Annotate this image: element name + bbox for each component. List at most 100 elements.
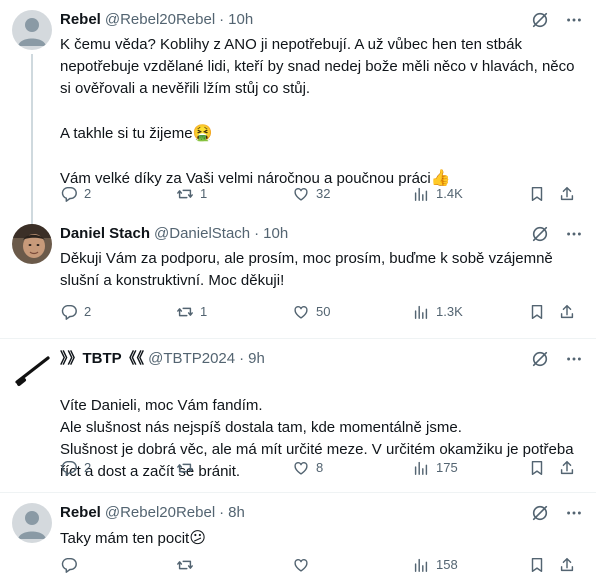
share-button[interactable] (558, 184, 576, 204)
reply-button[interactable]: 2 (60, 458, 91, 478)
tweet-header: Rebel @Rebel20Rebel · 8h (60, 503, 584, 523)
timestamp[interactable]: 10h (228, 10, 253, 30)
reply-icon (61, 186, 77, 202)
views-icon (414, 461, 428, 476)
more-icon[interactable] (564, 349, 584, 369)
reply-icon (61, 460, 77, 476)
default-avatar-icon[interactable] (12, 503, 52, 543)
grok-icon[interactable] (530, 10, 550, 30)
display-name[interactable]: 》》TBTP《《 (60, 349, 144, 369)
more-icon[interactable] (564, 10, 584, 30)
reply-count: 2 (84, 304, 92, 319)
tweet-text: Víte Danieli, moc Vám fandím. Ale slušno… (60, 373, 584, 505)
repost-button[interactable] (176, 458, 200, 478)
share-button[interactable] (558, 555, 576, 575)
thread-line (31, 214, 33, 224)
share-button[interactable] (558, 458, 576, 478)
more-icon[interactable] (564, 503, 584, 523)
share-button[interactable] (558, 302, 576, 322)
views-count: 1.4K (436, 186, 463, 201)
reply-button[interactable] (60, 555, 84, 575)
views-button[interactable]: 175 (412, 458, 458, 478)
repost-button[interactable]: 1 (176, 302, 207, 322)
views-icon (414, 305, 428, 320)
timestamp[interactable]: 8h (228, 503, 245, 523)
tweet-3[interactable]: 》》TBTP《《 @TBTP2024 · 9h Víte Danieli, mo… (0, 339, 596, 493)
avatar[interactable] (12, 349, 52, 389)
repost-icon (177, 189, 193, 199)
avatar-column (12, 349, 52, 389)
like-count: 32 (316, 186, 331, 201)
like-count: 50 (316, 304, 331, 319)
reply-count: 2 (84, 186, 92, 201)
tweet-text: Taky mám ten pocit😕 (60, 527, 584, 550)
views-icon (414, 187, 428, 202)
display-name[interactable]: Daniel Stach (60, 224, 150, 244)
display-name[interactable]: Rebel (60, 503, 101, 523)
tweet-1[interactable]: Rebel @Rebel20Rebel · 10h K čemu věda? K… (0, 0, 596, 214)
views-icon (414, 558, 428, 573)
like-icon (294, 188, 308, 201)
repost-icon (177, 307, 193, 317)
tweet-actions: 2 1 50 1.3K (60, 302, 584, 322)
views-button[interactable]: 1.4K (412, 184, 463, 204)
views-count: 158 (436, 557, 458, 572)
like-button[interactable]: 50 (292, 302, 330, 322)
header-actions (530, 349, 584, 369)
tweet-content: Daniel Stach @DanielStach · 10h Děkuji V… (60, 224, 584, 292)
avatar-column (12, 10, 52, 50)
like-button[interactable]: 32 (292, 184, 330, 204)
like-icon (294, 559, 308, 572)
tweet-content: Rebel @Rebel20Rebel · 8h Taky mám ten po… (60, 503, 584, 550)
bookmark-button[interactable] (528, 302, 546, 322)
grok-icon[interactable] (530, 349, 550, 369)
bookmark-button[interactable] (528, 555, 546, 575)
tweet-4[interactable]: Rebel @Rebel20Rebel · 8h Taky mám ten po… (0, 493, 596, 586)
tweet-2[interactable]: Daniel Stach @DanielStach · 10h Děkuji V… (0, 214, 596, 339)
nauseated-emoji: 🤮 (192, 123, 213, 142)
bookmark-icon (531, 186, 543, 202)
share-icon (560, 557, 574, 572)
tweet-header: Rebel @Rebel20Rebel · 10h (60, 10, 584, 30)
separator-dot: · (239, 350, 245, 367)
user-handle[interactable]: @DanielStach (154, 224, 250, 244)
views-button[interactable]: 1.3K (412, 302, 463, 322)
tweet-text: Děkuji Vám za podporu, ale prosím, moc p… (60, 248, 584, 292)
share-icon (560, 186, 574, 201)
default-avatar-icon[interactable] (12, 10, 52, 50)
reply-count: 2 (84, 460, 92, 475)
avatar[interactable] (12, 224, 52, 264)
bookmark-button[interactable] (528, 458, 546, 478)
user-handle[interactable]: @TBTP2024 (148, 349, 235, 369)
tweet-paragraph: Taky mám ten pocit😕 (60, 528, 206, 547)
like-icon (294, 306, 308, 319)
like-button[interactable]: 8 (292, 458, 323, 478)
tweet-paragraph: Děkuji Vám za podporu, ale prosím, moc p… (60, 250, 553, 289)
tweet-actions: 2 1 32 1.4K (60, 184, 584, 204)
timestamp[interactable]: 9h (248, 349, 265, 369)
reply-icon (61, 557, 77, 573)
like-button[interactable] (292, 555, 316, 575)
reply-button[interactable]: 2 (60, 302, 91, 322)
tweet-content: Rebel @Rebel20Rebel · 10h K čemu věda? K… (60, 10, 584, 190)
more-icon[interactable] (564, 224, 584, 244)
grok-icon[interactable] (530, 224, 550, 244)
repost-icon (177, 463, 193, 473)
reply-button[interactable]: 2 (60, 184, 91, 204)
bookmark-icon (531, 304, 543, 320)
repost-button[interactable] (176, 555, 200, 575)
confused-emoji: 😕 (189, 528, 206, 547)
views-button[interactable]: 158 (412, 555, 458, 575)
repost-button[interactable]: 1 (176, 184, 207, 204)
views-count: 175 (436, 460, 458, 475)
bookmark-button[interactable] (528, 184, 546, 204)
user-handle[interactable]: @Rebel20Rebel (105, 10, 215, 30)
timestamp[interactable]: 10h (263, 224, 288, 244)
display-name[interactable]: Rebel (60, 10, 101, 30)
thread-line (31, 54, 33, 214)
tweet-actions: 158 (60, 555, 584, 575)
reply-icon (61, 304, 77, 320)
like-icon (294, 462, 308, 475)
user-handle[interactable]: @Rebel20Rebel (105, 503, 215, 523)
grok-icon[interactable] (530, 503, 550, 523)
